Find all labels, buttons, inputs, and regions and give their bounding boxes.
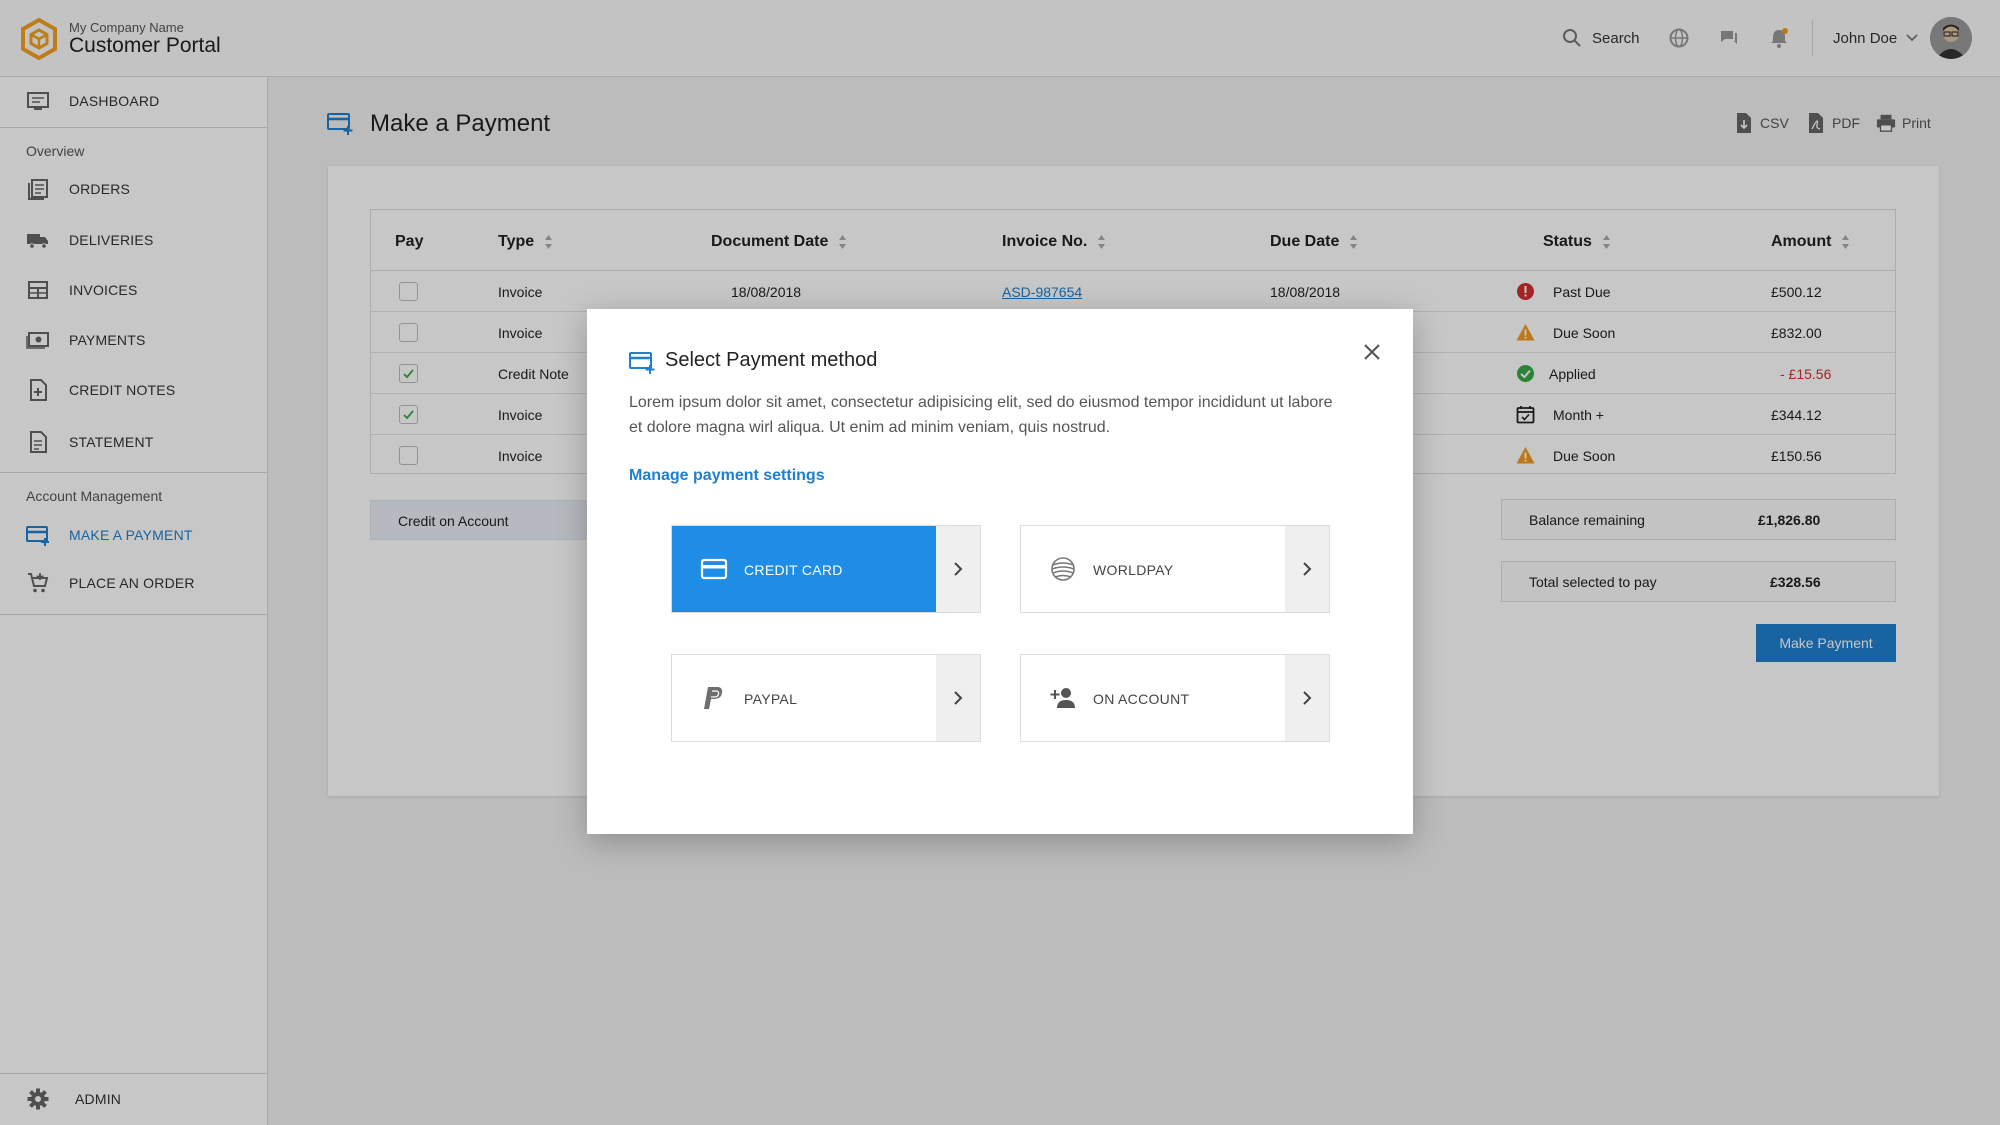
payment-method-label: WORLDPAY xyxy=(1093,562,1174,578)
worldpay-globe-icon xyxy=(1051,557,1075,581)
payment-method-paypal[interactable]: PAYPAL xyxy=(671,654,981,742)
payment-method-arrow[interactable] xyxy=(936,526,980,612)
chevron-right-icon xyxy=(1303,562,1312,576)
payment-method-label: ON ACCOUNT xyxy=(1093,691,1190,707)
payment-method-arrow[interactable] xyxy=(936,655,980,741)
close-icon[interactable] xyxy=(1357,337,1387,367)
payment-method-arrow[interactable] xyxy=(1285,526,1329,612)
payment-card-add-icon xyxy=(629,352,655,374)
modal-title: Select Payment method xyxy=(665,349,878,371)
manage-payment-settings-link[interactable]: Manage payment settings xyxy=(629,467,825,485)
payment-method-arrow[interactable] xyxy=(1285,655,1329,741)
paypal-icon xyxy=(704,687,723,709)
payment-method-main: WORLDPAY xyxy=(1021,526,1285,612)
modal-description: Lorem ipsum dolor sit amet, consectetur … xyxy=(629,394,1333,436)
chevron-right-icon xyxy=(1303,691,1312,705)
chevron-right-icon xyxy=(954,691,963,705)
payment-method-main: ON ACCOUNT xyxy=(1021,655,1285,741)
payment-method-worldpay[interactable]: WORLDPAY xyxy=(1020,525,1330,613)
payment-method-label: CREDIT CARD xyxy=(744,562,843,578)
add-person-icon xyxy=(1050,688,1075,708)
payment-method-modal: Select Payment method Lorem ipsum dolor … xyxy=(587,309,1413,834)
credit-card-icon xyxy=(700,558,728,580)
payment-method-credit-card[interactable]: CREDIT CARD xyxy=(671,525,981,613)
chevron-right-icon xyxy=(954,562,963,576)
payment-method-on-account[interactable]: ON ACCOUNT xyxy=(1020,654,1330,742)
payment-method-label: PAYPAL xyxy=(744,691,798,707)
payment-method-main: PAYPAL xyxy=(672,655,936,741)
payment-method-main: CREDIT CARD xyxy=(672,526,936,612)
